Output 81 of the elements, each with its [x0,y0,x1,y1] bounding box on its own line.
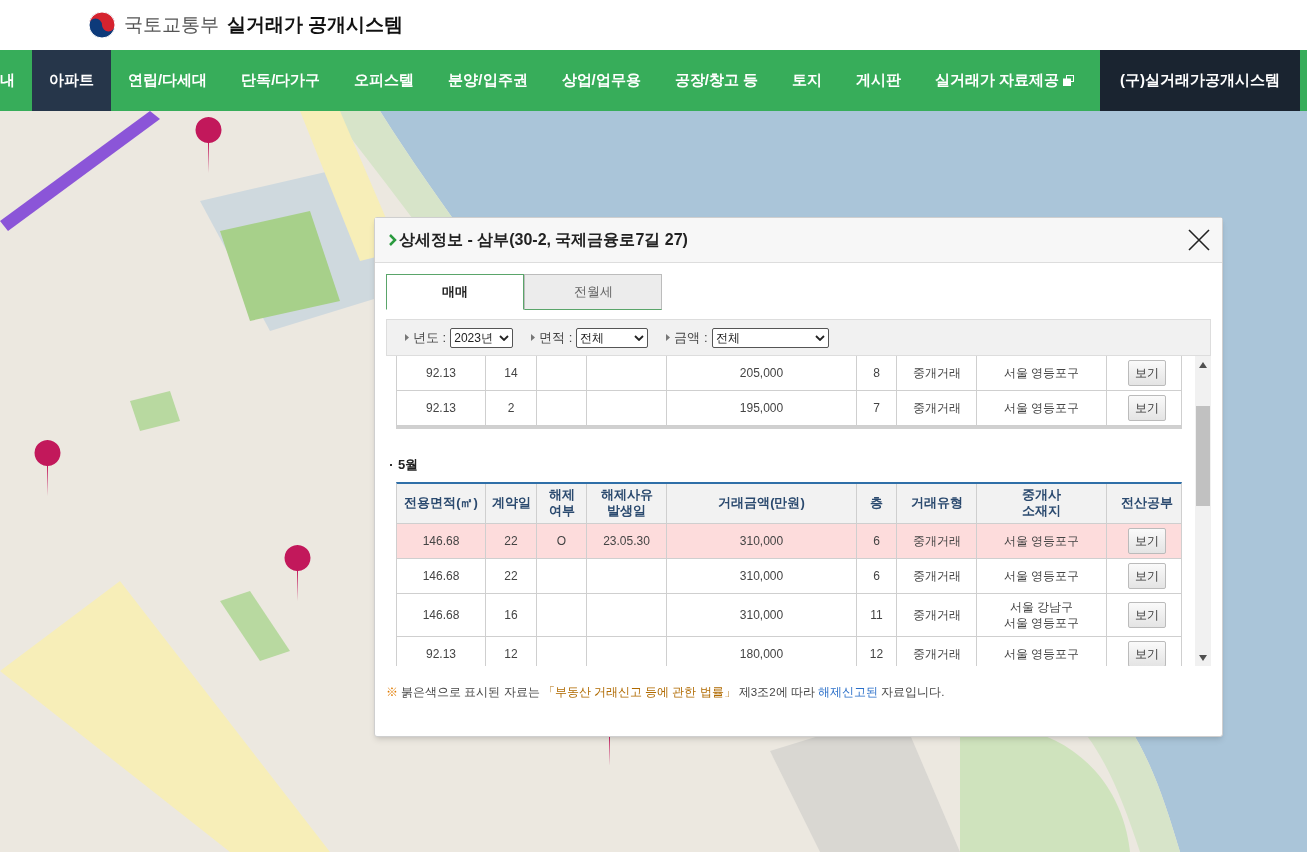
table-cell: 중개거래 [897,391,977,425]
table-cell: 12 [857,636,897,666]
logo-icon [88,11,116,39]
table-cell: 중개거래 [897,523,977,558]
table-cell: 310,000 [667,593,857,636]
tab[interactable]: 매매 [386,274,524,310]
triangle-icon [531,334,536,341]
filter-select[interactable]: 2023년 [450,327,514,348]
filter-label: 금액 : [674,328,708,347]
table-cell: 서울 영등포구 [977,636,1107,666]
table-cell: 23.05.30 [587,523,667,558]
table-cell: 14 [486,356,537,390]
table-cell: 195,000 [667,391,857,425]
caret-icon [499,334,510,341]
ministry-name: 국토교통부 [124,12,219,37]
table-cell: 6 [857,523,897,558]
view-button[interactable]: 보기 [1128,527,1166,554]
table-cell: 22 [486,558,537,593]
table-cell: 서울 영등포구 [977,558,1107,593]
table-cell: 11 [857,593,897,636]
new-window-icon [1063,75,1075,86]
column-header: 전용면적(㎡) [397,483,486,523]
table-cell: 서울 강남구 서울 영등포구 [977,593,1107,636]
table-cell: 146.68 [397,523,486,558]
nav-tab[interactable]: (구)실거래가공개시스템 [1100,50,1300,111]
nav-tab[interactable]: 아파트 [32,50,111,111]
site-title: 실거래가 공개시스템 [227,12,404,37]
table-cell: 146.68 [397,593,486,636]
table-cell: 중개거래 [897,636,977,666]
table-cell: O [537,523,587,558]
table-cell: 310,000 [667,558,857,593]
table-cell: 중개거래 [897,558,977,593]
table-cell: 서울 영등포구 [977,356,1107,390]
table-cell: 22 [486,523,537,558]
scrollbar[interactable] [1195,356,1211,666]
table-cell: 서울 영등포구 [977,391,1107,425]
column-header: 계약일 [486,483,537,523]
filter-select[interactable]: 전체 [576,327,649,348]
caret-icon [814,334,825,341]
table-cell: 2 [486,391,537,425]
scroll-down-icon[interactable] [1199,655,1207,661]
table-cell: 92.13 [397,391,486,425]
table-cell: 서울 영등포구 [977,523,1107,558]
triangle-icon [666,334,671,341]
dialog-title: 상세정보 - 삼부(30-2, 국제금융로7길 27) [399,230,688,250]
view-button[interactable]: 보기 [1128,640,1166,666]
triangle-icon [405,334,409,341]
column-header: 거래금액(만원) [667,483,857,523]
table-cell: 310,000 [667,523,857,558]
chevron-icon [389,234,397,246]
table-cell: 중개거래 [897,356,977,390]
filter-select[interactable]: 전체 [711,327,829,348]
column-header: 거래유형 [897,483,977,523]
table-cell: 12 [486,636,537,666]
footnote: ※ 붉은색으로 표시된 자료는 「부동산 거래신고 등에 관한 법률」 제3조2에 따라 해제신고된 자료입니다. [386,685,946,700]
table-cell: 중개거래 [897,593,977,636]
table-cell: 6 [857,558,897,593]
table-cell: 16 [486,593,537,636]
view-button[interactable]: 보기 [1128,562,1166,589]
table-cell: 146.68 [397,558,486,593]
view-button[interactable]: 보기 [1128,601,1166,628]
column-header: 전산공부 [1120,494,1174,512]
column-header: 층 [857,483,897,523]
close-button[interactable] [1186,227,1212,253]
table-cell: 8 [857,356,897,390]
view-button[interactable]: 보기 [1128,360,1166,386]
view-button[interactable]: 보기 [1128,395,1166,421]
section-heading: 5월 [398,456,419,474]
tab[interactable]: 전월세 [524,274,662,310]
column-header: 해제 여부 [537,483,587,523]
table-cell: 92.13 [397,636,486,666]
column-header: 해제사유 발생일 [587,483,667,523]
table-cell: 92.13 [397,356,486,390]
table-cell: 7 [857,391,897,425]
caret-icon [634,334,645,341]
scroll-up-icon[interactable] [1199,362,1207,368]
filter-label: 년도 : [413,328,447,347]
table-cell: 180,000 [667,636,857,666]
table-cell: 205,000 [667,356,857,390]
column-header: 중개사 소재지 [977,483,1107,523]
filter-label: 면적 : [539,328,573,347]
